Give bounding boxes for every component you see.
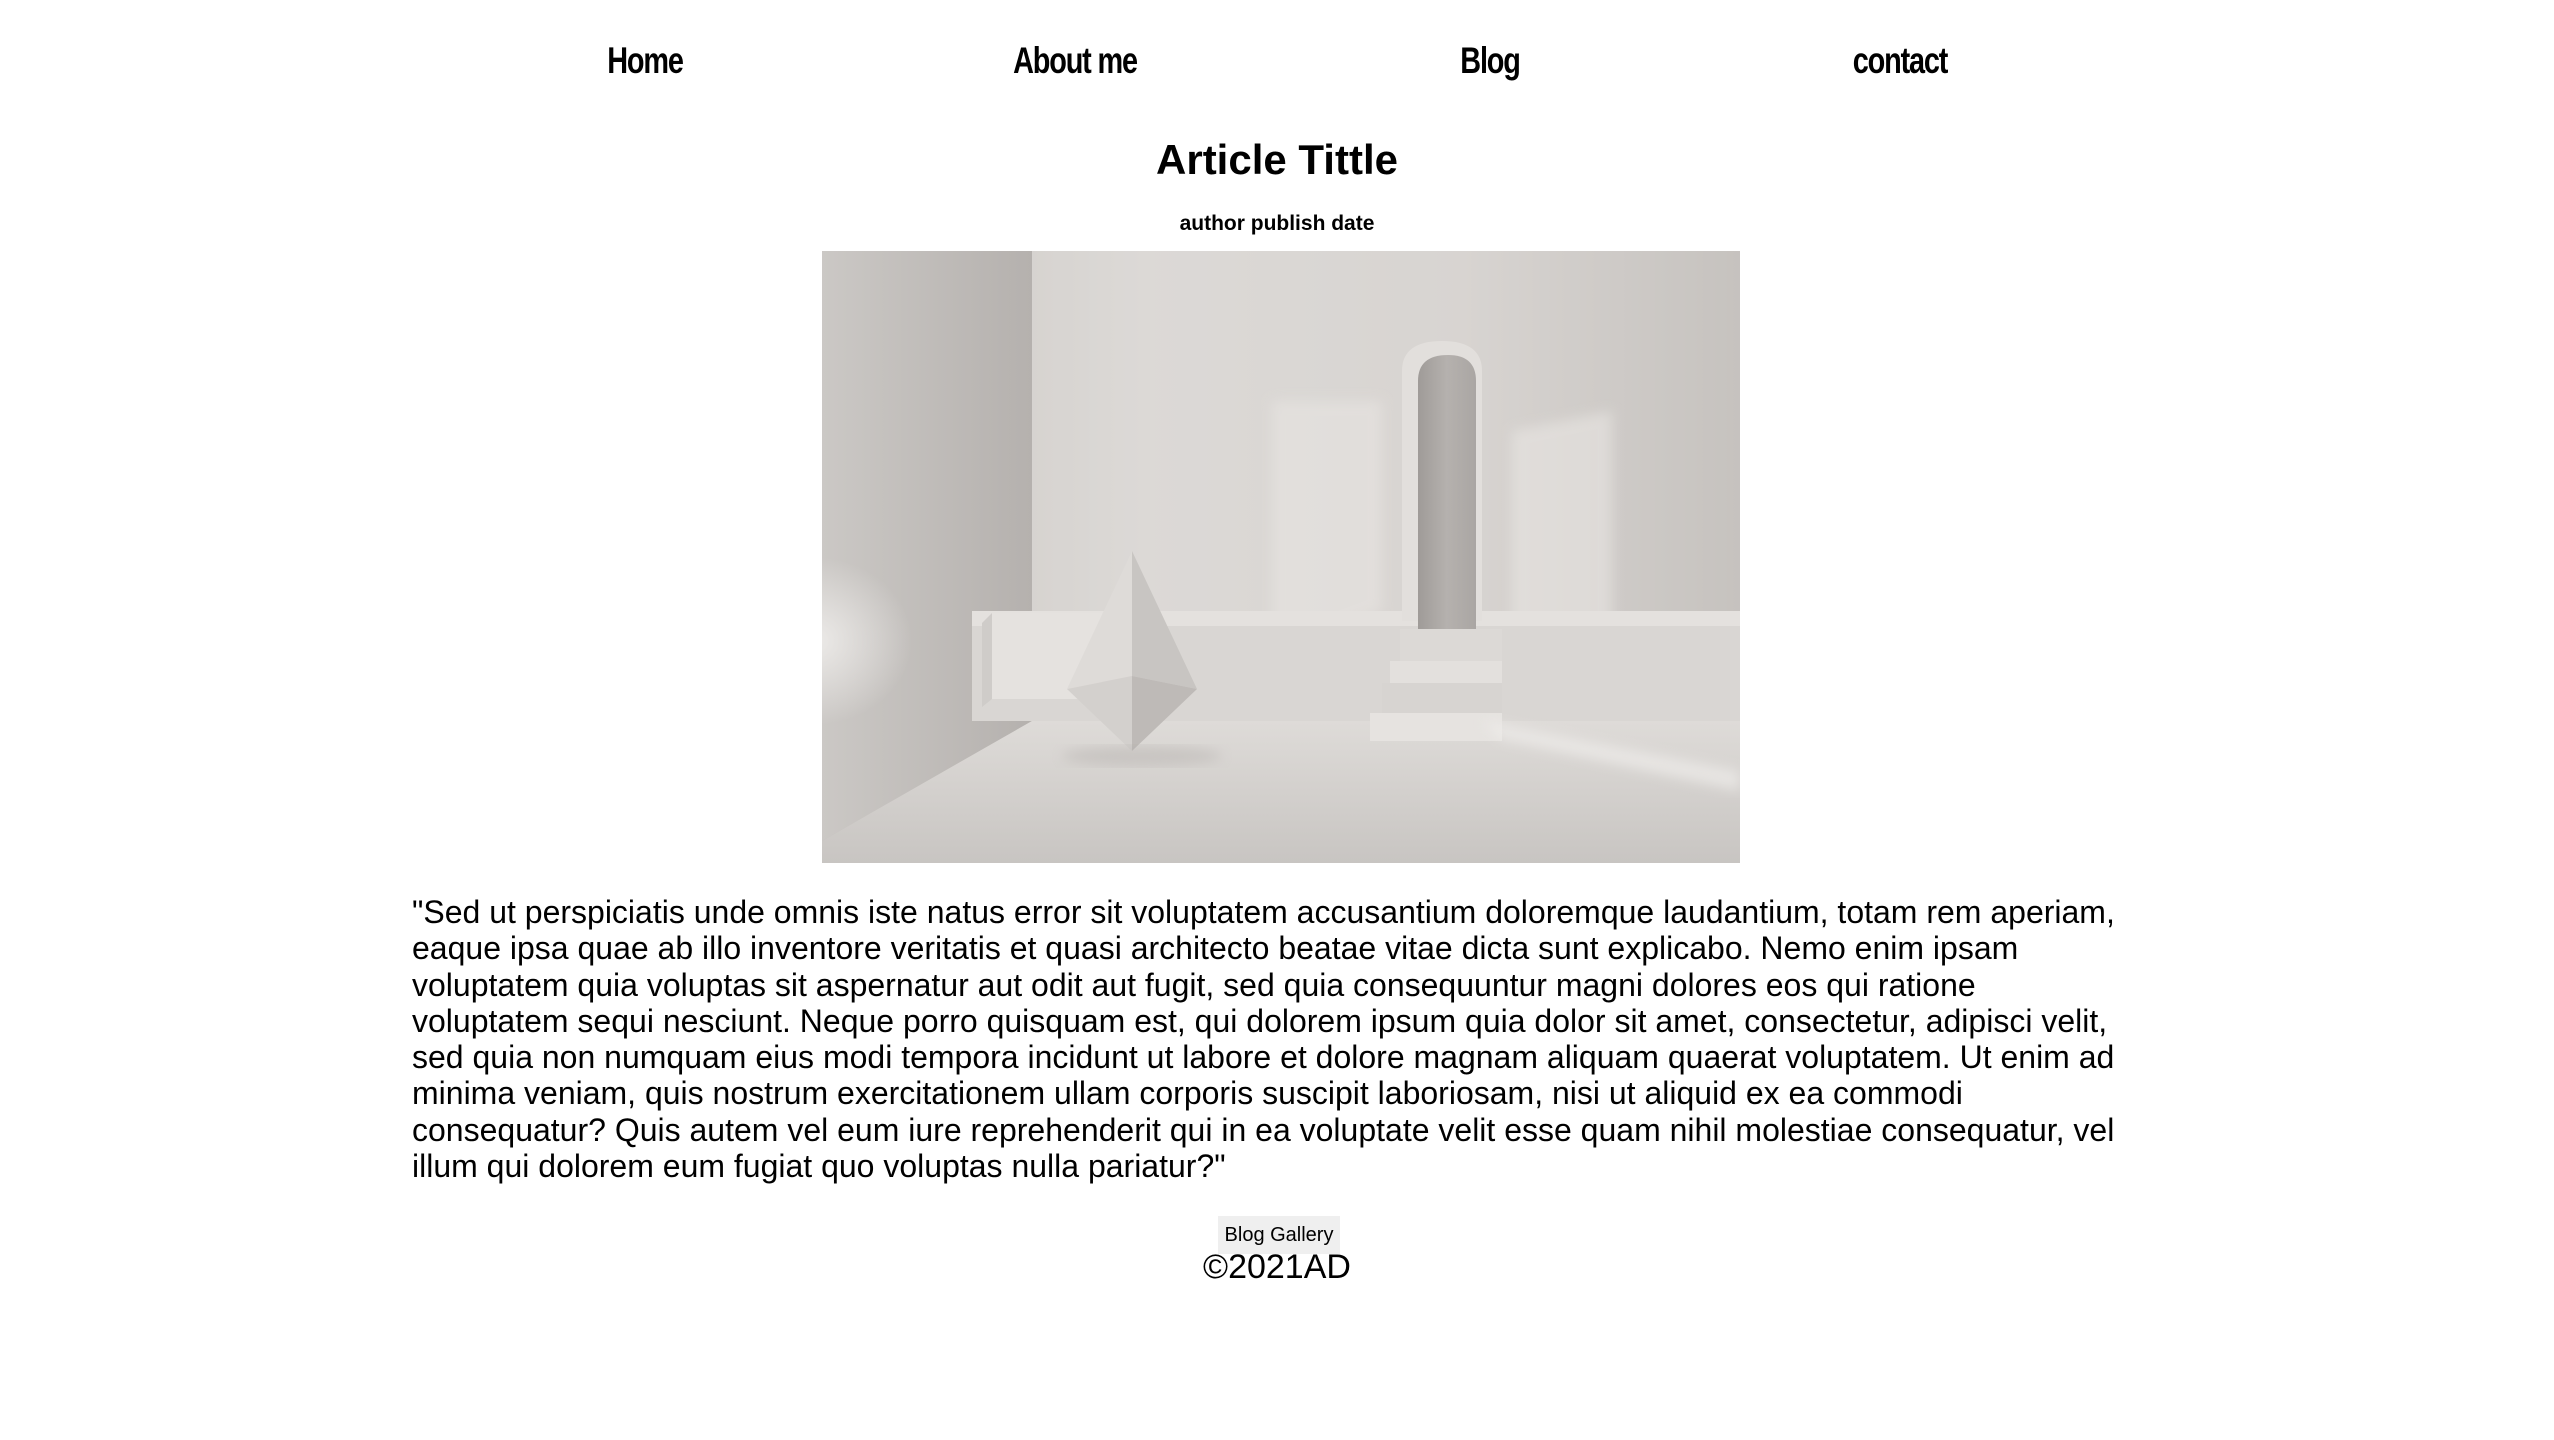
nav-link-home[interactable]: Home	[594, 40, 695, 82]
hero-image-illustration	[822, 251, 1740, 863]
main-nav: Home About me Blog contact	[0, 40, 2554, 90]
nav-link-about-me[interactable]: About me	[985, 40, 1164, 82]
footer-copyright: ©2021AD	[1203, 1248, 1351, 1286]
nav-link-blog[interactable]: Blog	[1435, 40, 1544, 82]
article-meta: author publish date	[1179, 212, 1375, 235]
article-hero-image	[822, 251, 1740, 863]
article-body: "Sed ut perspiciatis unde omnis iste nat…	[412, 894, 2115, 1185]
nav-link-contact[interactable]: contact	[1814, 40, 1986, 82]
article-title: Article Tittle	[1156, 136, 1398, 183]
